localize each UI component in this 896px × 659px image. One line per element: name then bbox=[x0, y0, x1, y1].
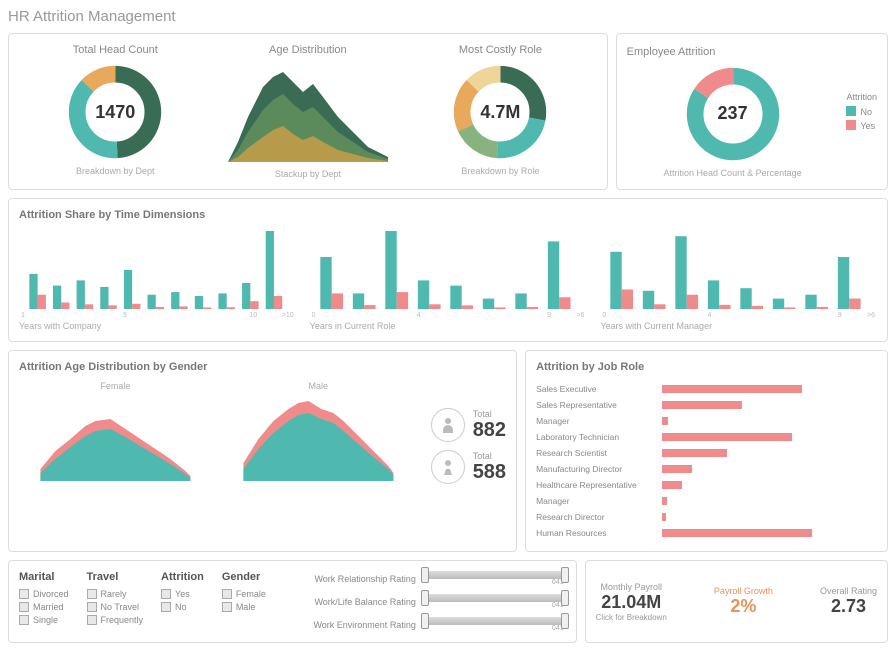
attrition-legend-title: Attrition bbox=[846, 91, 877, 105]
male-chart[interactable]: Male bbox=[222, 381, 415, 484]
kpi-card-left: Total Head Count 1470 Breakdown by Dept … bbox=[8, 33, 608, 190]
gender-title: Attrition Age Distribution by Gender bbox=[19, 361, 506, 373]
jobrole-row[interactable]: Sales Representative bbox=[536, 397, 877, 413]
female-chart[interactable]: Female bbox=[19, 381, 212, 484]
slider-worklife[interactable]: Work/Life Balance Rating041 bbox=[286, 594, 566, 609]
jobrole-row[interactable]: Sales Executive bbox=[536, 381, 877, 397]
male-label: Male bbox=[222, 381, 415, 391]
kpi-agedist[interactable]: Age Distribution Stackup by Dept bbox=[212, 44, 405, 179]
headcount-caption: Breakdown by Dept bbox=[19, 166, 212, 176]
kpi-headcount-title: Total Head Count bbox=[19, 44, 212, 56]
male-total: Total882 bbox=[431, 408, 506, 442]
chart-years-role[interactable]: 049>6 Years in Current Role bbox=[310, 229, 587, 331]
years-manager-label: Years with Current Manager bbox=[600, 321, 877, 331]
chart-years-manager[interactable]: 049>6 Years with Current Manager bbox=[600, 229, 877, 331]
check-single[interactable]: Single bbox=[19, 615, 69, 625]
kpi-costly[interactable]: Most Costly Role 4.7M Breakdown by Role bbox=[404, 44, 597, 179]
legend-no: No bbox=[846, 105, 877, 119]
check-rarely[interactable]: Rarely bbox=[87, 589, 144, 599]
check-divorced[interactable]: Divorced bbox=[19, 589, 69, 599]
time-dimensions-title: Attrition Share by Time Dimensions bbox=[19, 209, 877, 221]
kpi-costly-title: Most Costly Role bbox=[404, 44, 597, 56]
kpi-attrition-card: Employee Attrition 237 Attrition Head Co… bbox=[616, 33, 888, 190]
years-company-label: Years with Company bbox=[19, 321, 296, 331]
years-role-label: Years in Current Role bbox=[310, 321, 587, 331]
kpi-agedist-title: Age Distribution bbox=[212, 44, 405, 56]
filter-travel: Travel Rarely No Travel Frequently bbox=[87, 571, 144, 632]
check-male[interactable]: Male bbox=[222, 602, 266, 612]
check-married[interactable]: Married bbox=[19, 602, 69, 612]
filters-card: Marital Divorced Married Single Travel R… bbox=[8, 560, 577, 643]
headcount-donut[interactable]: 1470 bbox=[65, 62, 165, 162]
check-attr-yes[interactable]: Yes bbox=[161, 589, 204, 599]
costly-caption: Breakdown by Role bbox=[404, 166, 597, 176]
jobrole-row[interactable]: Manager bbox=[536, 413, 877, 429]
jobrole-row[interactable]: Research Director bbox=[536, 509, 877, 525]
filter-gender: Gender Female Male bbox=[222, 571, 266, 632]
attrition-legend: Attrition No Yes bbox=[846, 91, 877, 132]
jobrole-row[interactable]: Human Resources bbox=[536, 525, 877, 541]
slider-relationship[interactable]: Work Relationship Rating041 bbox=[286, 571, 566, 586]
kpi-headcount[interactable]: Total Head Count 1470 Breakdown by Dept bbox=[19, 44, 212, 179]
jobrole-row[interactable]: Research Scientist bbox=[536, 445, 877, 461]
filter-marital: Marital Divorced Married Single bbox=[19, 571, 69, 632]
check-female[interactable]: Female bbox=[222, 589, 266, 599]
female-total: Total588 bbox=[431, 450, 506, 484]
jobrole-row[interactable]: Manufacturing Director bbox=[536, 461, 877, 477]
female-label: Female bbox=[19, 381, 212, 391]
gender-card: Attrition Age Distribution by Gender Fem… bbox=[8, 350, 517, 552]
legend-yes: Yes bbox=[846, 118, 877, 132]
jobrole-row[interactable]: Manager bbox=[536, 493, 877, 509]
attrition-donut[interactable]: 237 bbox=[683, 64, 783, 164]
summary-rating: Overall Rating 2.73 bbox=[820, 586, 877, 617]
check-frequently[interactable]: Frequently bbox=[87, 615, 144, 625]
chart-years-company[interactable]: 1510>10 Years with Company bbox=[19, 229, 296, 331]
filter-attrition: Attrition Yes No bbox=[161, 571, 204, 632]
male-icon bbox=[431, 408, 465, 442]
page-title: HR Attrition Management bbox=[8, 8, 888, 25]
jobrole-title: Attrition by Job Role bbox=[536, 361, 877, 373]
summary-card[interactable]: Monthly Payroll 21.04M Click for Breakdo… bbox=[585, 560, 888, 643]
summary-growth: Payroll Growth 2% bbox=[714, 586, 773, 617]
jobrole-row[interactable]: Healthcare Representative bbox=[536, 477, 877, 493]
agedist-caption: Stackup by Dept bbox=[212, 169, 405, 179]
jobrole-row[interactable]: Laboratory Technician bbox=[536, 429, 877, 445]
time-dimensions-card: Attrition Share by Time Dimensions 1510>… bbox=[8, 198, 888, 342]
agedist-chart[interactable] bbox=[228, 62, 388, 162]
check-notravel[interactable]: No Travel bbox=[87, 602, 144, 612]
female-icon bbox=[431, 450, 465, 484]
check-attr-no[interactable]: No bbox=[161, 602, 204, 612]
slider-environment[interactable]: Work Environment Rating041 bbox=[286, 617, 566, 632]
kpi-attrition-title: Employee Attrition bbox=[627, 46, 839, 58]
jobrole-card: Attrition by Job Role Sales ExecutiveSal… bbox=[525, 350, 888, 552]
summary-payroll: Monthly Payroll 21.04M Click for Breakdo… bbox=[596, 582, 667, 622]
attrition-caption: Attrition Head Count & Percentage bbox=[627, 168, 839, 178]
costly-donut[interactable]: 4.7M bbox=[450, 62, 550, 162]
kpi-row: Total Head Count 1470 Breakdown by Dept … bbox=[8, 33, 888, 190]
